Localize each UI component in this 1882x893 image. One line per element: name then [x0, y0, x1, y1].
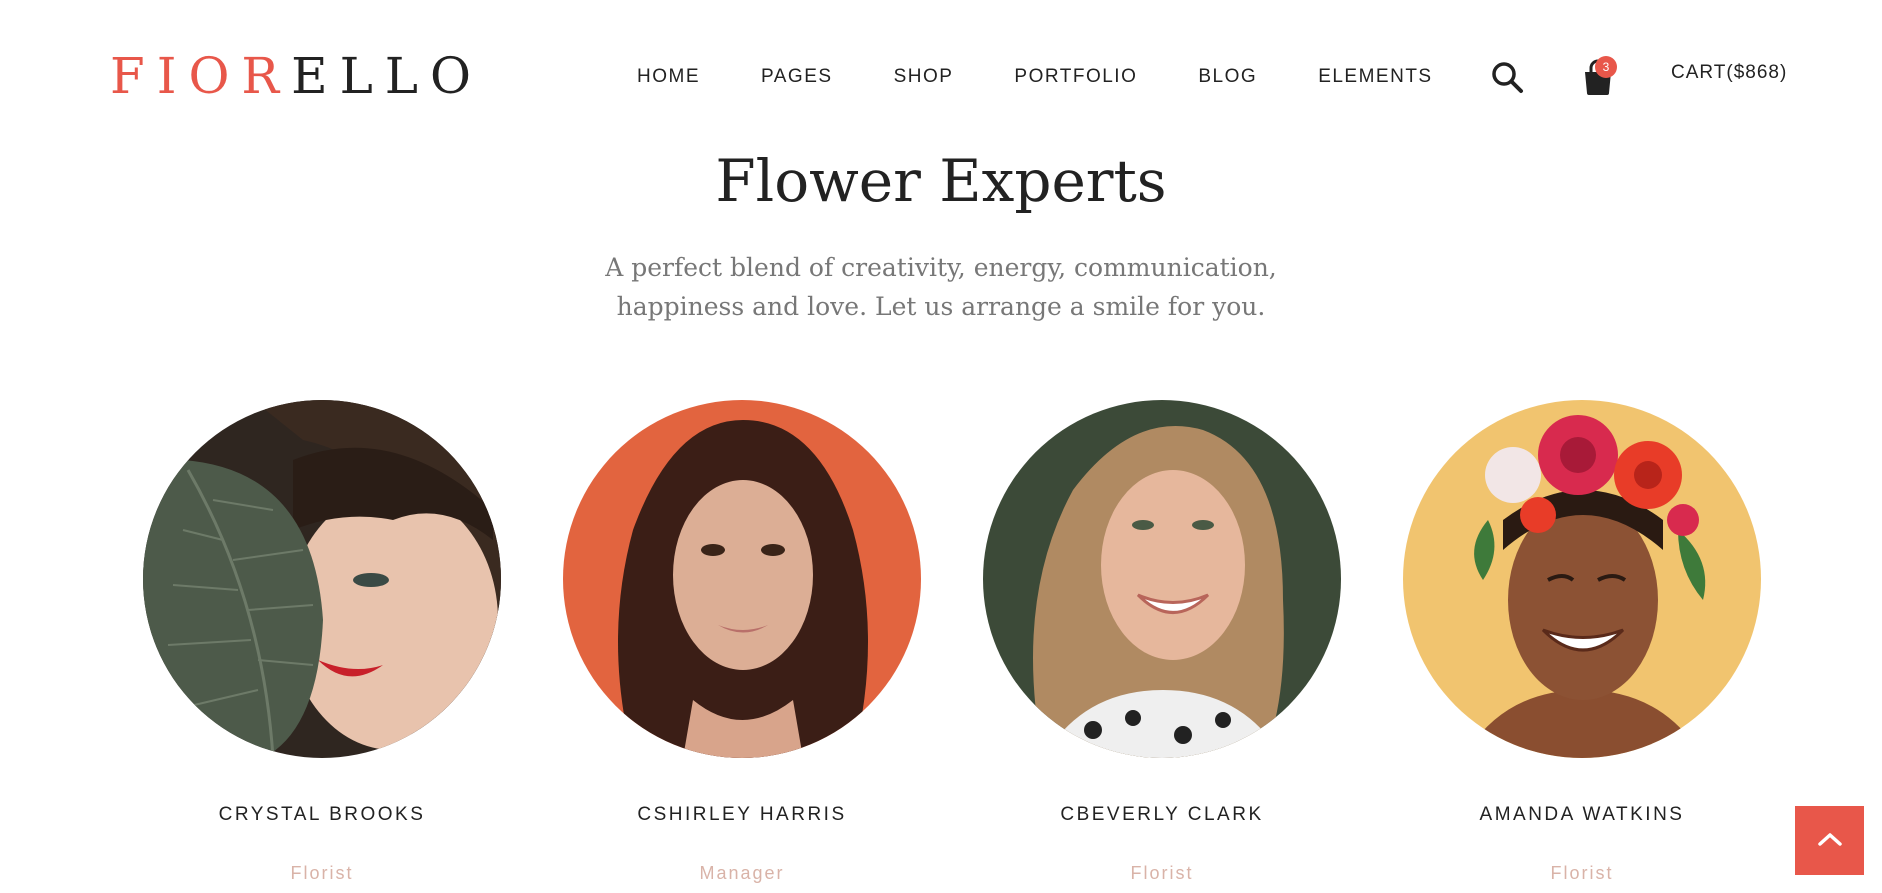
nav-item-home[interactable]: HOME: [637, 66, 700, 88]
avatar[interactable]: [983, 400, 1341, 758]
nav-item-blog[interactable]: BLOG: [1198, 66, 1257, 88]
member-role: Florist: [1130, 863, 1194, 883]
team-member-card: CSHIRLEY HARRIS Manager: [563, 400, 921, 883]
site-header: FIORELLO HOME PAGES SHOP PORTFOLIO BLOG …: [0, 0, 1882, 135]
logo-rest-text: ELLO: [291, 47, 483, 105]
page-title: Flower Experts: [715, 147, 1167, 215]
search-icon[interactable]: [1490, 60, 1524, 94]
member-role: Manager: [699, 863, 785, 883]
nav-item-elements[interactable]: ELEMENTS: [1318, 66, 1432, 88]
nav-item-portfolio[interactable]: PORTFOLIO: [1014, 66, 1137, 88]
team-member-card: AMANDA WATKINS Florist: [1403, 400, 1761, 883]
team-member-card: CBEVERLY CLARK Florist: [983, 400, 1341, 883]
chevron-up-icon: [1817, 831, 1843, 851]
member-name: CSHIRLEY HARRIS: [637, 804, 847, 825]
nav-item-pages[interactable]: PAGES: [761, 66, 833, 88]
member-name: CRYSTAL BROOKS: [218, 804, 426, 825]
cart-link[interactable]: CART($868): [1671, 62, 1787, 84]
member-name: CBEVERLY CLARK: [1060, 804, 1264, 825]
avatar[interactable]: [1403, 400, 1761, 758]
brand-logo[interactable]: FIORELLO: [110, 46, 483, 106]
member-name: AMANDA WATKINS: [1479, 804, 1685, 825]
member-role: Florist: [290, 863, 354, 883]
team-member-card: CRYSTAL BROOKS Florist: [143, 400, 501, 883]
member-role: Florist: [1550, 863, 1614, 883]
section-subtitle: A perfect blend of creativity, energy, c…: [605, 253, 1277, 321]
avatar[interactable]: [563, 400, 921, 758]
main-nav: HOME PAGES SHOP PORTFOLIO BLOG ELEMENTS: [637, 62, 1433, 92]
avatar[interactable]: [143, 400, 501, 758]
cart-count-badge: 3: [1595, 56, 1617, 78]
back-to-top-button[interactable]: [1795, 806, 1864, 875]
nav-item-shop[interactable]: SHOP: [894, 66, 954, 88]
logo-accent-text: FIOR: [110, 47, 292, 105]
